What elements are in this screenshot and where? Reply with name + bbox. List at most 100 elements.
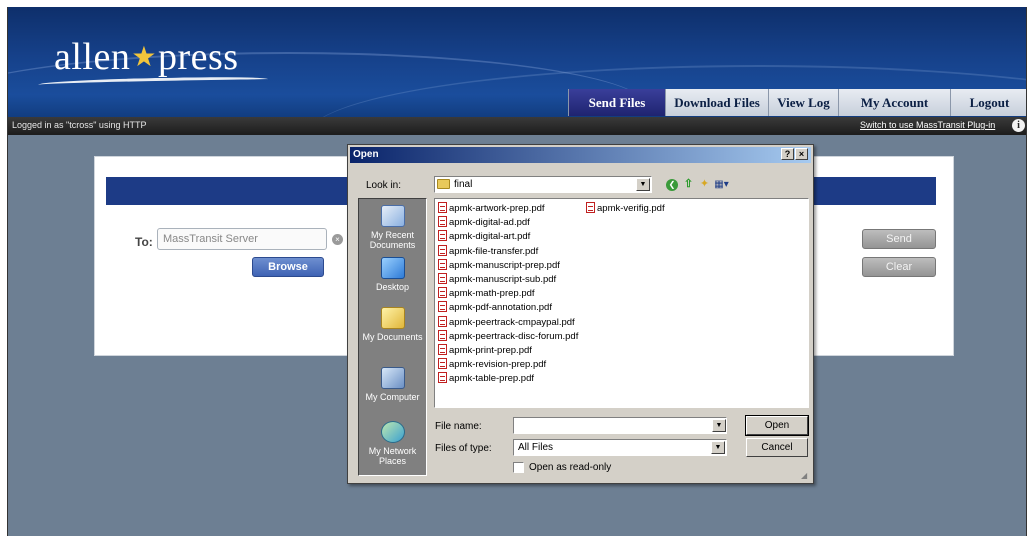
place-desktop[interactable]: Desktop: [359, 257, 426, 292]
file-item[interactable]: apmk-file-transfer.pdf: [438, 244, 539, 259]
file-item[interactable]: apmk-revision-prep.pdf: [438, 358, 546, 372]
pdf-file-icon: [438, 216, 447, 228]
file-name: apmk-peertrack-disc-forum.pdf: [449, 330, 579, 342]
app-window: allen★press Send Files Download Files Vi…: [7, 7, 1027, 536]
file-name: apmk-digital-ad.pdf: [449, 217, 530, 229]
status-bar: Logged in as "tcross" using HTTP Switch …: [8, 117, 1026, 135]
open-button[interactable]: Open: [745, 415, 809, 436]
pdf-file-icon: [438, 372, 447, 384]
file-item[interactable]: apmk-peertrack-disc-forum.pdf: [438, 329, 579, 344]
to-input[interactable]: [157, 228, 327, 250]
chevron-down-icon[interactable]: ▼: [636, 178, 650, 191]
file-name: apmk-revision-prep.pdf: [449, 359, 547, 371]
pdf-file-icon: [438, 301, 447, 313]
tab-logout[interactable]: Logout: [950, 89, 1026, 116]
place-label: My Documents: [362, 332, 423, 342]
place-my-network-places[interactable]: My Network Places: [359, 421, 426, 466]
network-places-icon: [380, 421, 405, 443]
file-item[interactable]: apmk-digital-ad.pdf: [438, 216, 530, 230]
my-computer-icon: [380, 367, 405, 389]
dialog-title: Open: [353, 149, 379, 160]
places-bar: My Recent Documents Desktop My Documents…: [358, 198, 427, 476]
tab-view-log[interactable]: View Log: [768, 89, 838, 116]
allen-press-logo: allen★press: [54, 35, 239, 79]
file-name: apmk-digital-art.pdf: [449, 231, 531, 243]
file-name: apmk-pdf-annotation.pdf: [449, 302, 552, 314]
pdf-file-icon: [438, 287, 447, 299]
file-item[interactable]: apmk-math-prep.pdf: [438, 287, 535, 301]
tab-my-account[interactable]: My Account: [838, 89, 950, 116]
pdf-file-icon: [438, 244, 447, 256]
file-name: apmk-manuscript-sub.pdf: [449, 274, 557, 285]
back-icon[interactable]: ❮: [666, 179, 678, 191]
desktop-icon: [380, 257, 405, 279]
dialog-title-bar[interactable]: Open ? ×: [350, 147, 811, 163]
file-item[interactable]: apmk-manuscript-sub.pdf: [438, 273, 556, 287]
place-my-recent-documents[interactable]: My Recent Documents: [359, 205, 426, 250]
pdf-file-icon: [438, 230, 447, 242]
info-icon[interactable]: i: [1012, 119, 1025, 132]
file-name: apmk-artwork-prep.pdf: [449, 203, 545, 214]
file-name: apmk-math-prep.pdf: [449, 288, 535, 300]
resize-grip-icon[interactable]: ◢: [801, 471, 811, 481]
files-of-type-label: Files of type:: [435, 443, 492, 454]
cancel-button[interactable]: Cancel: [746, 438, 808, 457]
clear-field-icon[interactable]: ×: [332, 234, 343, 245]
pdf-file-icon: [438, 273, 447, 284]
read-only-checkbox[interactable]: [513, 462, 524, 473]
help-button[interactable]: ?: [781, 148, 794, 160]
tab-download-files[interactable]: Download Files: [665, 89, 768, 116]
pdf-file-icon: [438, 358, 447, 370]
file-item[interactable]: apmk-verifig.pdf: [586, 202, 665, 216]
file-name: apmk-manuscript-prep.pdf: [449, 259, 560, 271]
pdf-file-icon: [438, 315, 447, 327]
send-button[interactable]: Send: [862, 229, 936, 249]
pdf-file-icon: [438, 329, 447, 341]
file-item[interactable]: apmk-manuscript-prep.pdf: [438, 258, 560, 273]
folder-icon: [437, 179, 450, 189]
files-of-type-select[interactable]: All Files ▼: [513, 439, 727, 456]
file-item[interactable]: apmk-print-prep.pdf: [438, 344, 532, 358]
browse-button[interactable]: Browse: [252, 257, 324, 277]
pdf-file-icon: [438, 258, 447, 270]
pdf-file-icon: [438, 202, 447, 213]
close-button[interactable]: ×: [795, 148, 808, 160]
main-nav: Send Files Download Files View Log My Ac…: [568, 89, 1026, 116]
tab-send-files[interactable]: Send Files: [568, 89, 665, 116]
file-name: apmk-file-transfer.pdf: [449, 245, 539, 257]
clear-button[interactable]: Clear: [862, 257, 936, 277]
file-name: apmk-print-prep.pdf: [449, 345, 532, 356]
views-menu-icon[interactable]: ▦▾: [714, 177, 729, 192]
file-item[interactable]: apmk-pdf-annotation.pdf: [438, 301, 552, 315]
files-of-type-value: All Files: [518, 442, 554, 453]
pdf-file-icon: [438, 344, 447, 355]
file-name: apmk-peertrack-cmpaypal.pdf: [449, 316, 575, 328]
place-label: Desktop: [375, 282, 410, 292]
logo-star-icon: ★: [131, 42, 157, 73]
up-folder-icon[interactable]: ⇧: [681, 177, 696, 192]
place-label: My Computer: [365, 392, 420, 402]
logo-text-right: press: [157, 36, 239, 78]
place-label: My Recent Documents: [369, 230, 416, 250]
file-name-input[interactable]: [513, 417, 727, 434]
file-item[interactable]: apmk-table-prep.pdf: [438, 372, 534, 386]
read-only-label[interactable]: Open as read-only: [529, 462, 611, 473]
chevron-down-icon[interactable]: ▼: [712, 419, 726, 432]
file-name: apmk-table-prep.pdf: [449, 373, 535, 385]
open-file-dialog: Open ? × Look in: final ▼ ❮ ⇧ ✦ ▦▾ My Re…: [347, 144, 814, 484]
file-list[interactable]: apmk-artwork-prep.pdf apmk-digital-ad.pdf…: [434, 198, 809, 408]
file-item[interactable]: apmk-digital-art.pdf: [438, 230, 530, 244]
to-label: To:: [135, 235, 153, 249]
look-in-select[interactable]: final ▼: [434, 176, 652, 193]
chevron-down-icon[interactable]: ▼: [711, 441, 725, 454]
file-item[interactable]: apmk-artwork-prep.pdf: [438, 202, 545, 216]
switch-plugin-link[interactable]: Switch to use MassTransit Plug-in: [860, 120, 995, 130]
file-name-label: File name:: [435, 421, 482, 432]
my-documents-icon: [380, 307, 405, 329]
file-item[interactable]: apmk-peertrack-cmpaypal.pdf: [438, 315, 575, 330]
place-my-computer[interactable]: My Computer: [359, 367, 426, 402]
login-status-text: Logged in as "tcross" using HTTP: [12, 120, 147, 130]
place-my-documents[interactable]: My Documents: [359, 307, 426, 342]
new-folder-icon[interactable]: ✦: [697, 177, 712, 192]
logo-text-left: allen: [54, 36, 131, 78]
